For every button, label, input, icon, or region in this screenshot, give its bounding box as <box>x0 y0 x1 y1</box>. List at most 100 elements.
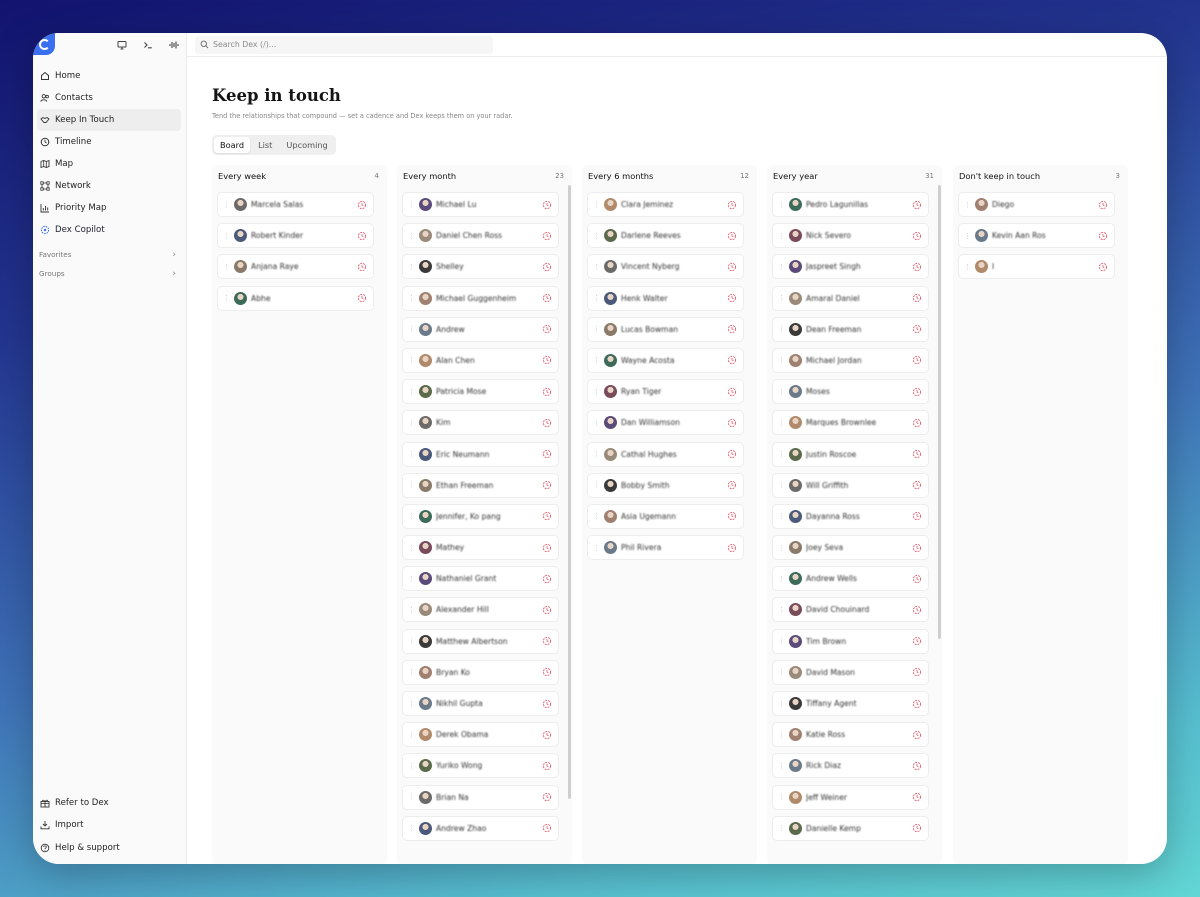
contact-card[interactable]: ⋮ Andrew <box>402 316 559 342</box>
contact-card[interactable]: ⋮ Nick Severo <box>772 223 929 249</box>
drag-handle-icon[interactable]: ⋮ <box>963 232 971 240</box>
reminder-icon[interactable] <box>912 324 922 334</box>
reminder-icon[interactable] <box>542 605 552 615</box>
contact-card[interactable]: ⋮ Tiffany Agent <box>772 691 929 716</box>
drag-handle-icon[interactable]: ⋮ <box>777 450 785 458</box>
drag-handle-icon[interactable]: ⋮ <box>407 232 415 240</box>
contact-card[interactable]: ⋮ Henk Walter <box>587 285 744 311</box>
contact-card[interactable]: ⋮ Matthew Albertson <box>402 628 559 654</box>
column-scrollbar[interactable] <box>938 185 941 639</box>
reminder-icon[interactable] <box>727 511 737 521</box>
reminder-icon[interactable] <box>912 449 922 459</box>
drag-handle-icon[interactable]: ⋮ <box>407 575 415 583</box>
reminder-icon[interactable] <box>727 449 737 459</box>
drag-handle-icon[interactable]: ⋮ <box>777 700 785 708</box>
reminder-icon[interactable] <box>1098 262 1108 272</box>
sidebar-item-home[interactable]: Home <box>37 65 181 87</box>
contact-card[interactable]: ⋮ Clara Jeminez <box>587 192 744 217</box>
reminder-icon[interactable] <box>727 387 737 397</box>
contact-card[interactable]: ⋮ Dean Freeman <box>772 316 929 342</box>
reminder-icon[interactable] <box>912 574 922 584</box>
sidebar-item-import[interactable]: Import <box>37 814 181 837</box>
drag-handle-icon[interactable]: ⋮ <box>407 419 415 427</box>
contact-card[interactable]: ⋮ Pedro Lagunillas <box>772 192 929 217</box>
contact-card[interactable]: ⋮ Jennifer, Ko pang <box>402 503 559 529</box>
reminder-icon[interactable] <box>542 449 552 459</box>
search-box[interactable] <box>195 35 493 54</box>
drag-handle-icon[interactable]: ⋮ <box>777 762 785 770</box>
drag-handle-icon[interactable]: ⋮ <box>777 668 785 676</box>
reminder-icon[interactable] <box>542 293 552 303</box>
reminder-icon[interactable] <box>912 730 922 740</box>
reminder-icon[interactable] <box>357 262 367 272</box>
drag-handle-icon[interactable]: ⋮ <box>592 512 600 520</box>
dex-logo-icon[interactable] <box>33 33 55 55</box>
tab-board[interactable]: Board <box>214 137 251 153</box>
contact-card[interactable]: ⋮ Yuriko Wong <box>402 753 559 779</box>
contact-card[interactable]: ⋮ Dayanna Ross <box>772 503 929 529</box>
drag-handle-icon[interactable]: ⋮ <box>592 419 600 427</box>
contact-card[interactable]: ⋮ Nikhil Gupta <box>402 691 559 716</box>
contact-card[interactable]: ⋮ Shelley <box>402 254 559 280</box>
reminder-icon[interactable] <box>912 262 922 272</box>
contact-card[interactable]: ⋮ Bryan Ko <box>402 659 559 685</box>
contact-card[interactable]: ⋮ Asia Ugemann <box>587 503 744 529</box>
drag-handle-icon[interactable]: ⋮ <box>777 512 785 520</box>
contact-card[interactable]: ⋮ Michael Jordan <box>772 347 929 373</box>
reminder-icon[interactable] <box>912 761 922 771</box>
contact-card[interactable]: ⋮ Will Griffith <box>772 472 929 498</box>
drag-handle-icon[interactable]: ⋮ <box>777 481 785 489</box>
reminder-icon[interactable] <box>542 387 552 397</box>
sidebar-item-network[interactable]: Network <box>37 175 181 197</box>
contact-card[interactable]: ⋮ Dan Williamson <box>587 410 744 436</box>
drag-handle-icon[interactable]: ⋮ <box>407 294 415 302</box>
reminder-icon[interactable] <box>542 355 552 365</box>
drag-handle-icon[interactable]: ⋮ <box>592 388 600 396</box>
reminder-icon[interactable] <box>912 355 922 365</box>
contact-card[interactable]: ⋮ Nathaniel Grant <box>402 566 559 592</box>
contact-card[interactable]: ⋮ Michael Lu <box>402 192 559 217</box>
contact-card[interactable]: ⋮ Katie Ross <box>772 722 929 748</box>
contact-card[interactable]: ⋮ Ryan Tiger <box>587 379 744 405</box>
contact-card[interactable]: ⋮ Anjana Raye <box>217 254 374 280</box>
contact-card[interactable]: ⋮ Lucas Bowman <box>587 316 744 342</box>
drag-handle-icon[interactable]: ⋮ <box>407 606 415 614</box>
contact-card[interactable]: ⋮ Darlene Reeves <box>587 223 744 249</box>
contact-card[interactable]: ⋮ Tim Brown <box>772 628 929 654</box>
drag-handle-icon[interactable]: ⋮ <box>777 731 785 739</box>
reminder-icon[interactable] <box>542 699 552 709</box>
reminder-icon[interactable] <box>542 792 552 802</box>
drag-handle-icon[interactable]: ⋮ <box>777 201 785 209</box>
contact-card[interactable]: ⋮ Kevin Aan Ros <box>958 223 1115 249</box>
drag-handle-icon[interactable]: ⋮ <box>777 575 785 583</box>
contact-card[interactable]: ⋮ Daniel Chen Ross <box>402 223 559 249</box>
contact-card[interactable]: ⋮ Andrew Zhao <box>402 815 559 841</box>
sidebar-item-priority-map[interactable]: Priority Map <box>37 197 181 219</box>
contact-card[interactable]: ⋮ I <box>958 254 1115 280</box>
reminder-icon[interactable] <box>542 418 552 428</box>
drag-handle-icon[interactable]: ⋮ <box>407 637 415 645</box>
reminder-icon[interactable] <box>1098 200 1108 210</box>
sidebar-item-refer[interactable]: Refer to Dex <box>37 792 181 815</box>
contact-card[interactable]: ⋮ Alan Chen <box>402 347 559 373</box>
reminder-icon[interactable] <box>912 605 922 615</box>
drag-handle-icon[interactable]: ⋮ <box>407 731 415 739</box>
reminder-icon[interactable] <box>542 543 552 553</box>
drag-handle-icon[interactable]: ⋮ <box>407 668 415 676</box>
sidebar-item-keep-in-touch[interactable]: Keep In Touch <box>37 109 181 131</box>
reminder-icon[interactable] <box>912 667 922 677</box>
search-input[interactable] <box>213 40 473 49</box>
contact-card[interactable]: ⋮ Diego <box>958 192 1115 217</box>
drag-handle-icon[interactable]: ⋮ <box>407 481 415 489</box>
contact-card[interactable]: ⋮ Phil Rivera <box>587 535 744 561</box>
contact-card[interactable]: ⋮ David Mason <box>772 659 929 685</box>
contact-card[interactable]: ⋮ Ethan Freeman <box>402 472 559 498</box>
drag-handle-icon[interactable]: ⋮ <box>407 388 415 396</box>
drag-handle-icon[interactable]: ⋮ <box>222 201 230 209</box>
reminder-icon[interactable] <box>727 293 737 303</box>
contact-card[interactable]: ⋮ Rick Diaz <box>772 753 929 779</box>
reminder-icon[interactable] <box>1098 231 1108 241</box>
contact-card[interactable]: ⋮ Justin Roscoe <box>772 441 929 467</box>
drag-handle-icon[interactable]: ⋮ <box>592 201 600 209</box>
contact-card[interactable]: ⋮ Andrew Wells <box>772 566 929 592</box>
